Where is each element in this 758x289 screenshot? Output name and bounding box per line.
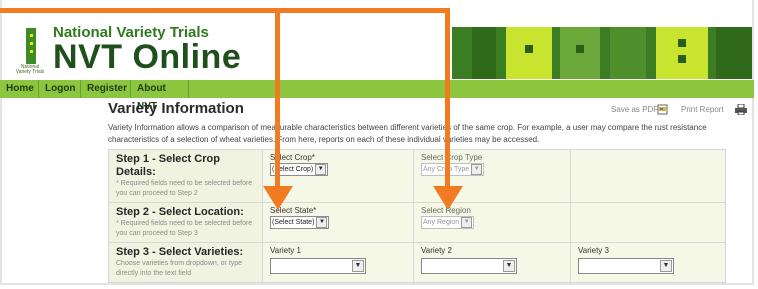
region-select[interactable]: Any Region ▼	[421, 216, 475, 229]
chevron-down-icon[interactable]: ▼	[503, 260, 515, 272]
chevron-down-icon: ▼	[315, 164, 327, 175]
chevron-down-icon: ▼	[471, 164, 483, 175]
annotation-arrow-shaft	[445, 8, 450, 188]
nav-logon[interactable]: Logon	[39, 80, 81, 98]
variety2-combobox[interactable]: ▼	[421, 258, 517, 274]
annotation-arrow-line	[0, 8, 450, 13]
chevron-down-icon: ▼	[316, 217, 328, 228]
annotation-arrow-shaft	[275, 8, 280, 188]
nav-register[interactable]: Register	[81, 80, 131, 98]
step2-note: * Required fields need to be selected be…	[116, 220, 253, 237]
main-nav: Home Logon Register About NVT	[0, 80, 754, 112]
state-select[interactable]: (Select State) ▼	[270, 216, 330, 229]
nav-home[interactable]: Home	[0, 80, 39, 98]
selection-table: Step 1 - Select Crop Details: * Required…	[108, 149, 726, 283]
arrow-down-icon	[433, 186, 463, 210]
empty-cell	[570, 149, 726, 203]
nav-about[interactable]: About NVT	[131, 80, 189, 112]
crop-type-label: Select Crop Type	[421, 153, 483, 162]
intro-text: Variety Information allows a comparison …	[108, 123, 707, 144]
region-select-value: Any Region	[423, 219, 460, 226]
crop-label: Select Crop*	[270, 153, 315, 162]
step1-cell: Step 1 - Select Crop Details: * Required…	[108, 149, 263, 203]
save-pdf-link[interactable]: Save as PDF	[611, 105, 658, 114]
chevron-down-icon[interactable]: ▼	[352, 260, 364, 272]
empty-cell	[570, 202, 726, 243]
step1-note: * Required fields need to be selected be…	[116, 180, 253, 197]
nvt-logo: National Variety Trials	[13, 28, 46, 78]
step2-heading: Step 2 - Select Location:	[116, 206, 244, 218]
print-report-link[interactable]: Print Report	[681, 105, 724, 114]
arrow-down-icon	[263, 186, 293, 210]
crop-type-select[interactable]: Any Crop Type▼	[421, 163, 485, 176]
pdf-icon[interactable]	[657, 102, 668, 115]
page-title: Variety Information	[108, 100, 244, 117]
step3-heading: Step 3 - Select Varieties:	[116, 246, 244, 258]
header-banner	[452, 27, 752, 79]
step3-cell: Step 3 - Select Varieties: Choose variet…	[108, 242, 263, 283]
variety2-label: Variety 2	[421, 246, 452, 255]
chevron-down-icon[interactable]: ▼	[660, 260, 672, 272]
variety3-combobox[interactable]: ▼	[578, 258, 674, 274]
variety3-label: Variety 3	[578, 246, 609, 255]
step3-note: Choose varieties from dropdown, or type …	[116, 260, 243, 277]
step2-cell: Step 2 - Select Location: * Required fie…	[108, 202, 263, 243]
step1-heading: Step 1 - Select Crop Details:	[116, 153, 220, 178]
brand-title: NVT Online	[53, 38, 242, 76]
variety1-combobox[interactable]: ▼	[270, 258, 366, 274]
variety1-label: Variety 1	[270, 246, 301, 255]
state-select-value: (Select State)	[272, 219, 315, 226]
printer-icon[interactable]	[735, 102, 747, 116]
logo-text: National Variety Trials	[15, 64, 45, 75]
chevron-down-icon: ▼	[461, 217, 473, 228]
